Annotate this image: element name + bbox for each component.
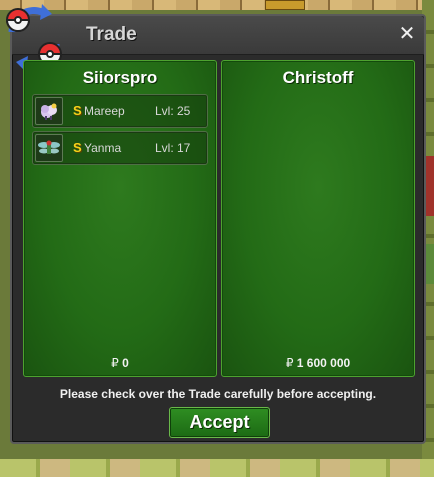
pokemon-level: Lvl: 17 bbox=[155, 141, 191, 155]
accept-button[interactable]: Accept bbox=[169, 407, 270, 438]
pokedollar-icon: ₽ bbox=[285, 356, 294, 370]
pokedollar-icon: ₽ bbox=[111, 356, 119, 370]
mareep-sprite-icon bbox=[35, 97, 63, 125]
money-amount: 1 600 000 bbox=[296, 356, 351, 370]
trade-panel-self: Siiorspro S Mareep Lvl: 25 S Yanma Lvl: … bbox=[23, 60, 217, 377]
title-bar[interactable]: Trade ✕ bbox=[12, 16, 424, 55]
pokemon-name: Yanma bbox=[84, 141, 122, 155]
money-offer: ₽ 0 bbox=[24, 356, 216, 370]
trade-offer-item[interactable]: S Mareep Lvl: 25 bbox=[32, 94, 208, 128]
trade-notice: Please check over the Trade carefully be… bbox=[59, 387, 377, 401]
pokemon-name: Mareep bbox=[84, 104, 125, 118]
pokemon-level: Lvl: 25 bbox=[155, 104, 191, 118]
trader-name: Siiorspro bbox=[82, 68, 158, 87]
game-map-background-bottom bbox=[0, 459, 434, 477]
money-offer: ₽ 1 600 000 bbox=[222, 356, 414, 370]
trade-dialog: Trade ✕ Siiorspro S Mareep Lvl: 25 S Yan… bbox=[5, 4, 426, 444]
close-button[interactable]: ✕ bbox=[396, 22, 418, 44]
money-amount: 0 bbox=[122, 356, 129, 370]
yanma-sprite-icon bbox=[35, 134, 63, 162]
trade-panel-partner: Christoff ₽ 1 600 000 bbox=[221, 60, 415, 377]
map-object bbox=[265, 0, 305, 10]
close-icon: ✕ bbox=[398, 21, 416, 45]
dialog-title: Trade bbox=[86, 24, 137, 45]
trade-offer-item[interactable]: S Yanma Lvl: 17 bbox=[32, 131, 208, 165]
trader-name: Christoff bbox=[282, 68, 354, 87]
